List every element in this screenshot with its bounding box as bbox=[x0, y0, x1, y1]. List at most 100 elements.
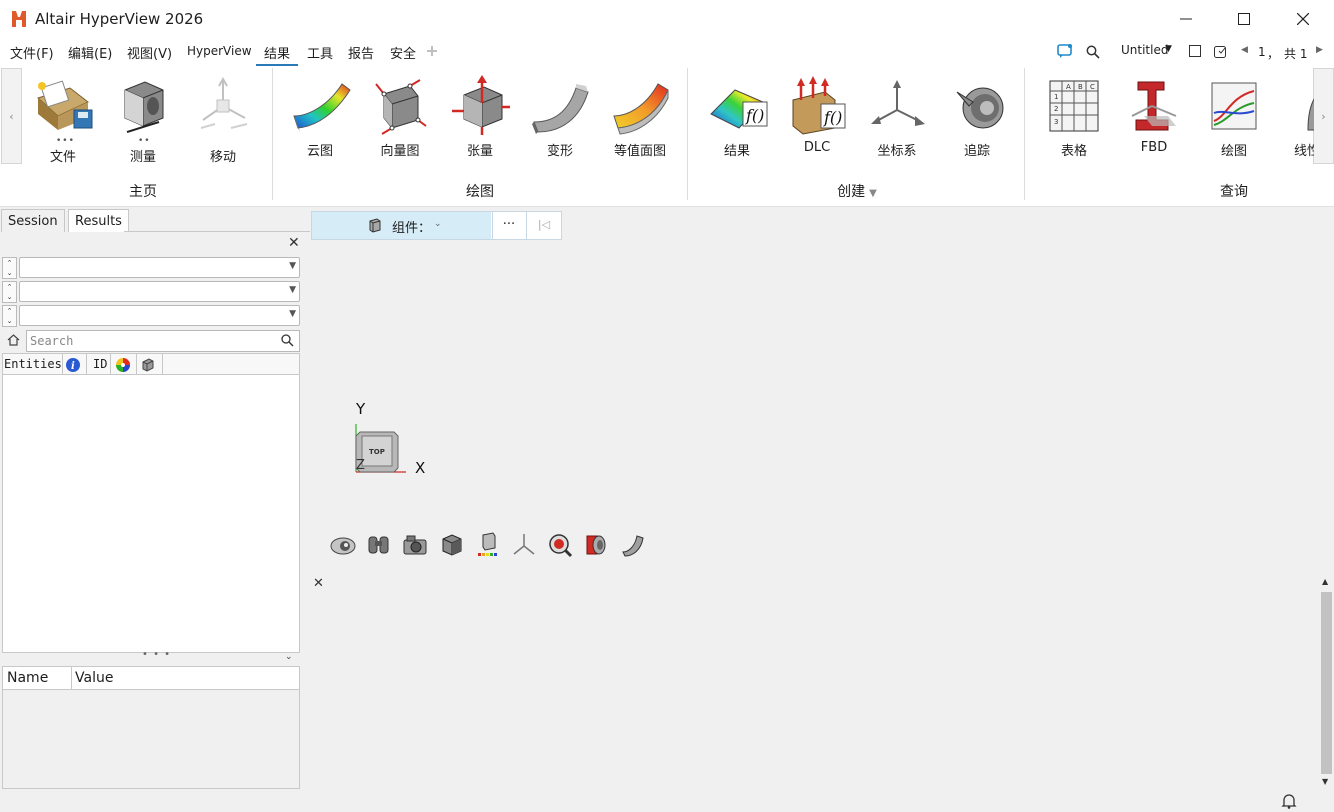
menu-hyperview[interactable]: HyperView bbox=[187, 44, 252, 58]
minimize-icon bbox=[1180, 18, 1192, 20]
component-selector[interactable]: 组件： ⌄ bbox=[312, 212, 491, 239]
zoom-tool[interactable] bbox=[542, 530, 578, 560]
entities-tree[interactable] bbox=[2, 375, 300, 653]
chevron-down-icon: ▼ bbox=[289, 309, 296, 319]
tool-deform[interactable]: 变形 bbox=[520, 74, 600, 159]
tool-vector[interactable]: 向量图 bbox=[360, 74, 440, 159]
tool-linear-label: 线性 bbox=[1294, 144, 1314, 159]
combo-2-spinner[interactable]: ⌃ ⌄ bbox=[2, 281, 17, 303]
page-total: 共 1 bbox=[1284, 47, 1308, 61]
tool-contour[interactable]: 云图 bbox=[280, 74, 360, 159]
triad-tool[interactable] bbox=[506, 530, 542, 560]
first-item-icon[interactable]: |◁ bbox=[526, 212, 561, 239]
col-value[interactable]: Value bbox=[75, 670, 113, 686]
tool-tensor[interactable]: 张量 bbox=[440, 74, 520, 159]
surface-tool[interactable] bbox=[614, 530, 650, 560]
visibility-tool[interactable] bbox=[325, 530, 361, 560]
cube-tool[interactable] bbox=[434, 530, 470, 560]
notification-bell-icon[interactable] bbox=[1281, 793, 1297, 809]
group-plot-label: 绘图 bbox=[466, 184, 494, 200]
tool-vector-label: 向量图 bbox=[380, 144, 420, 159]
color-wheel-icon[interactable] bbox=[115, 357, 131, 373]
combo-1-spinner[interactable]: ⌃ ⌄ bbox=[2, 257, 17, 279]
col-name[interactable]: Name bbox=[7, 670, 48, 686]
legend-tool[interactable] bbox=[470, 530, 506, 560]
tool-linear[interactable]: 线性 bbox=[1274, 74, 1314, 159]
chevron-left-icon: ‹ bbox=[9, 109, 14, 123]
plot-icon bbox=[1211, 82, 1257, 130]
tab-results[interactable]: Results bbox=[68, 209, 129, 232]
result-type-combo[interactable]: ▼ bbox=[19, 257, 300, 278]
more-options-button[interactable]: ··· bbox=[492, 212, 525, 239]
menu-file[interactable]: 文件(F) bbox=[10, 43, 54, 62]
search-icon[interactable] bbox=[1086, 45, 1100, 59]
triad-icon bbox=[513, 534, 535, 555]
vector-icon bbox=[375, 79, 427, 135]
component-cube-icon[interactable] bbox=[141, 358, 155, 372]
tool-tracking-label: 追踪 bbox=[963, 144, 990, 159]
page-next-icon[interactable]: ▶ bbox=[1316, 45, 1323, 55]
home-icon[interactable] bbox=[7, 334, 20, 346]
ribbon-scroll-right[interactable]: › bbox=[1313, 68, 1334, 164]
svg-text:3: 3 bbox=[1054, 118, 1058, 126]
tool-plot[interactable]: 绘图 bbox=[1194, 74, 1274, 159]
session-dropdown-icon[interactable]: ▼ bbox=[1165, 44, 1172, 54]
splitter-handle[interactable]: • • • bbox=[142, 649, 171, 660]
tool-tensor-label: 张量 bbox=[466, 144, 493, 159]
camera-tool[interactable] bbox=[397, 530, 433, 560]
tool-isosurface[interactable]: 等值面图 bbox=[600, 74, 680, 159]
tab-session[interactable]: Session bbox=[1, 209, 65, 232]
combo-3-spinner[interactable]: ⌃ ⌄ bbox=[2, 305, 17, 327]
result-component-combo[interactable]: ▼ bbox=[19, 281, 300, 302]
tool-contour-label: 云图 bbox=[306, 144, 333, 159]
chevron-down-icon: ▼ bbox=[289, 285, 296, 295]
tool-table[interactable]: ABC 1 2 3 表格 bbox=[1034, 74, 1114, 159]
tool-move[interactable]: 移动 bbox=[183, 74, 263, 165]
find-tool[interactable] bbox=[361, 530, 397, 560]
col-entities[interactable]: Entities bbox=[4, 357, 62, 371]
menu-results[interactable]: 结果 bbox=[264, 43, 290, 62]
tool-tracking[interactable]: 追踪 bbox=[937, 74, 1017, 159]
result-layer-combo[interactable]: ▼ bbox=[19, 305, 300, 326]
tool-measure[interactable]: •• 测量 bbox=[103, 74, 183, 165]
svg-text:A: A bbox=[1066, 83, 1071, 91]
panel-close-icon[interactable]: ✕ bbox=[288, 235, 300, 251]
info-icon[interactable]: i bbox=[65, 357, 81, 373]
tool-fbd[interactable]: FBD bbox=[1114, 74, 1194, 155]
chevron-down-icon: ▼ bbox=[289, 261, 296, 271]
tool-measure-label: 测量 bbox=[129, 150, 156, 165]
collapse-down-icon[interactable]: ⌄ bbox=[285, 652, 293, 662]
svg-text:C: C bbox=[1090, 83, 1095, 91]
chat-icon[interactable] bbox=[1057, 44, 1073, 59]
add-ribbon-icon[interactable] bbox=[426, 45, 438, 57]
close-button[interactable] bbox=[1274, 0, 1332, 38]
minimize-button[interactable] bbox=[1157, 0, 1215, 38]
tool-file[interactable]: ••• 文件 bbox=[23, 74, 103, 165]
svg-text:f(): f() bbox=[823, 108, 842, 127]
col-id[interactable]: ID bbox=[93, 357, 107, 371]
linear-icon bbox=[1307, 98, 1314, 131]
chevron-down-icon: ⌄ bbox=[434, 219, 442, 229]
page-refresh-icon[interactable] bbox=[1214, 44, 1228, 58]
maximize-button[interactable] bbox=[1215, 0, 1273, 38]
vertical-scrollbar[interactable]: ▲ ▼ bbox=[1320, 576, 1333, 790]
menu-view[interactable]: 视图(V) bbox=[127, 43, 172, 62]
menu-report[interactable]: 报告 bbox=[348, 43, 374, 62]
ribbon-scroll-left[interactable]: ‹ bbox=[1, 68, 22, 164]
page-prev-icon[interactable]: ◀ bbox=[1241, 45, 1248, 55]
tool-system[interactable]: 坐标系 bbox=[857, 74, 937, 159]
menu-edit[interactable]: 编辑(E) bbox=[68, 43, 112, 62]
tool-dlc[interactable]: f() DLC bbox=[777, 74, 857, 155]
menu-tools[interactable]: 工具 bbox=[307, 43, 333, 62]
axis-x-label: X bbox=[415, 459, 426, 477]
message-close-icon[interactable]: ✕ bbox=[313, 576, 324, 591]
section-tool[interactable] bbox=[578, 530, 614, 560]
axis-y-label: Y bbox=[356, 400, 366, 418]
window-layout-icon[interactable] bbox=[1189, 45, 1201, 57]
search-input[interactable]: Search bbox=[26, 330, 300, 352]
session-name[interactable]: Untitled bbox=[1121, 43, 1168, 57]
menu-safety[interactable]: 安全 bbox=[390, 43, 416, 62]
tool-result[interactable]: f() 结果 bbox=[697, 74, 777, 159]
section-icon bbox=[586, 535, 606, 555]
search-icon[interactable] bbox=[281, 334, 294, 347]
